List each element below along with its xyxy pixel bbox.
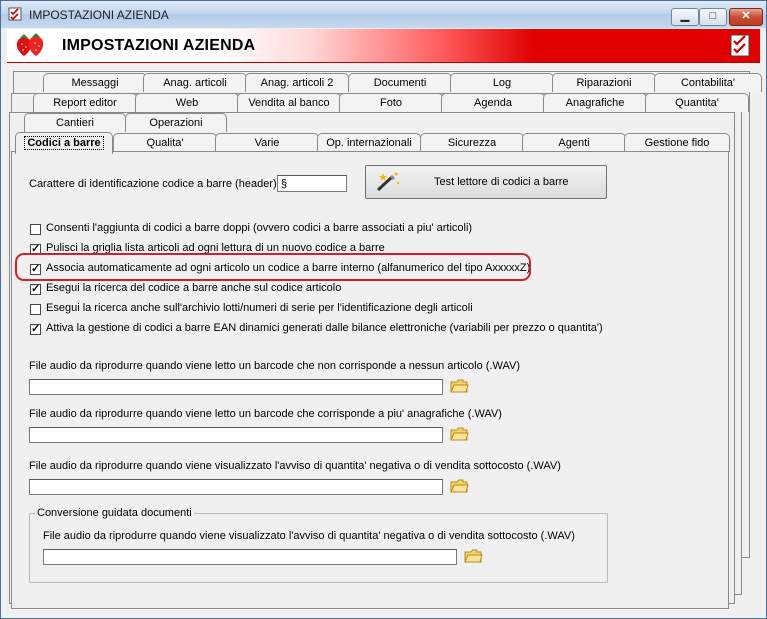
tab-op-internazionali[interactable]: Op. internazionali [317,133,421,152]
header-char-label: Carattere di identificazione codice a ba… [29,178,283,190]
tab-agenda[interactable]: Agenda [441,93,545,112]
tab-sicurezza[interactable]: Sicurezza [420,133,524,152]
option-label: Associa automaticamente ad ogni articolo… [46,262,531,274]
option-label: Esegui la ricerca del codice a barre anc… [46,282,342,294]
option-label: Esegui la ricerca anche sull'archivio lo… [46,302,473,314]
option-checkbox[interactable] [30,322,41,335]
tab-vendita-al-banco[interactable]: Vendita al banco [237,93,341,112]
folder-icon[interactable] [449,425,469,443]
header-title: IMPOSTAZIONI AZIENDA [62,37,256,54]
tab-anag-articoli[interactable]: Anag. articoli [143,73,247,92]
audio-label: File audio da riprodurre quando viene vi… [29,460,561,472]
codici-a-barre-panel: Carattere di identificazione codice a ba… [11,151,729,609]
main-window: IMPOSTAZIONI AZIENDA ▁ □ ✕ IMPOSTAZIONI … [0,0,767,619]
minimize-button[interactable]: ▁ [671,8,699,26]
strawberry-icon [16,33,44,56]
tab-contabilita[interactable]: Contabilita' [654,73,762,92]
option-label: Consenti l'aggiunta di codici a barre do… [46,222,473,234]
tab-varie[interactable]: Varie [215,133,319,152]
magic-wand-icon [376,172,400,192]
tab-foto[interactable]: Foto [339,93,443,112]
tab-quantita[interactable]: Quantita' [645,93,749,112]
option-checkbox[interactable] [30,282,41,295]
tab-qualita[interactable]: Qualita' [113,133,217,152]
option-checkbox[interactable] [30,304,41,315]
tab-gestione-fido[interactable]: Gestione fido [624,133,730,152]
tab-label: Codici a barre [24,136,104,150]
tab-operazioni[interactable]: Operazioni [125,113,227,132]
folder-icon[interactable] [449,377,469,395]
checklist-icon [8,7,22,21]
test-barcode-reader-button[interactable]: Test lettore di codici a barre [365,165,607,199]
conversion-group-title: Conversione guidata documenti [35,507,194,519]
minimize-icon: ▁ [680,10,690,22]
maximize-icon: □ [709,10,717,22]
checklist-icon[interactable] [729,32,753,58]
conversion-audio-label: File audio da riprodurre quando viene vi… [43,530,575,542]
conversion-group [29,513,608,583]
maximize-button[interactable]: □ [699,8,727,26]
audio-file-field[interactable] [29,427,443,443]
conversion-audio-field[interactable] [43,549,457,565]
header-banner: IMPOSTAZIONI AZIENDA [7,29,760,63]
tab-documenti[interactable]: Documenti [348,73,452,92]
tab-log[interactable]: Log [450,73,554,92]
tab-anag-articoli-2[interactable]: Anag. articoli 2 [245,73,349,92]
option-label: Attiva la gestione di codici a barre EAN… [46,322,603,334]
test-button-label: Test lettore di codici a barre [434,176,569,188]
option-checkbox[interactable] [30,262,41,275]
close-button[interactable]: ✕ [729,8,763,26]
window-title: IMPOSTAZIONI AZIENDA [29,8,169,22]
close-icon: ✕ [741,10,751,22]
audio-file-field[interactable] [29,479,443,495]
option-checkbox[interactable] [30,242,41,255]
audio-label: File audio da riprodurre quando viene le… [29,360,521,372]
audio-file-field[interactable] [29,379,443,395]
audio-label: File audio da riprodurre quando viene le… [29,408,502,420]
folder-icon[interactable] [463,547,483,565]
option-checkbox[interactable] [30,224,41,235]
header-char-field[interactable]: § [277,175,347,192]
tab-riparazioni[interactable]: Riparazioni [552,73,656,92]
title-bar[interactable]: IMPOSTAZIONI AZIENDA ▁ □ ✕ [1,1,766,28]
tab-codici-a-barre[interactable]: Codici a barre [15,132,113,154]
tab-web[interactable]: Web [135,93,239,112]
tab-messaggi[interactable]: Messaggi [43,73,147,92]
tab-agenti[interactable]: Agenti [522,133,626,152]
tab-report-editor[interactable]: Report editor [33,93,137,112]
tab-cantieri[interactable]: Cantieri [24,113,126,132]
option-label: Pulisci la griglia lista articoli ad ogn… [46,242,385,254]
tab-anagrafiche[interactable]: Anagrafiche [543,93,647,112]
folder-icon[interactable] [449,477,469,495]
